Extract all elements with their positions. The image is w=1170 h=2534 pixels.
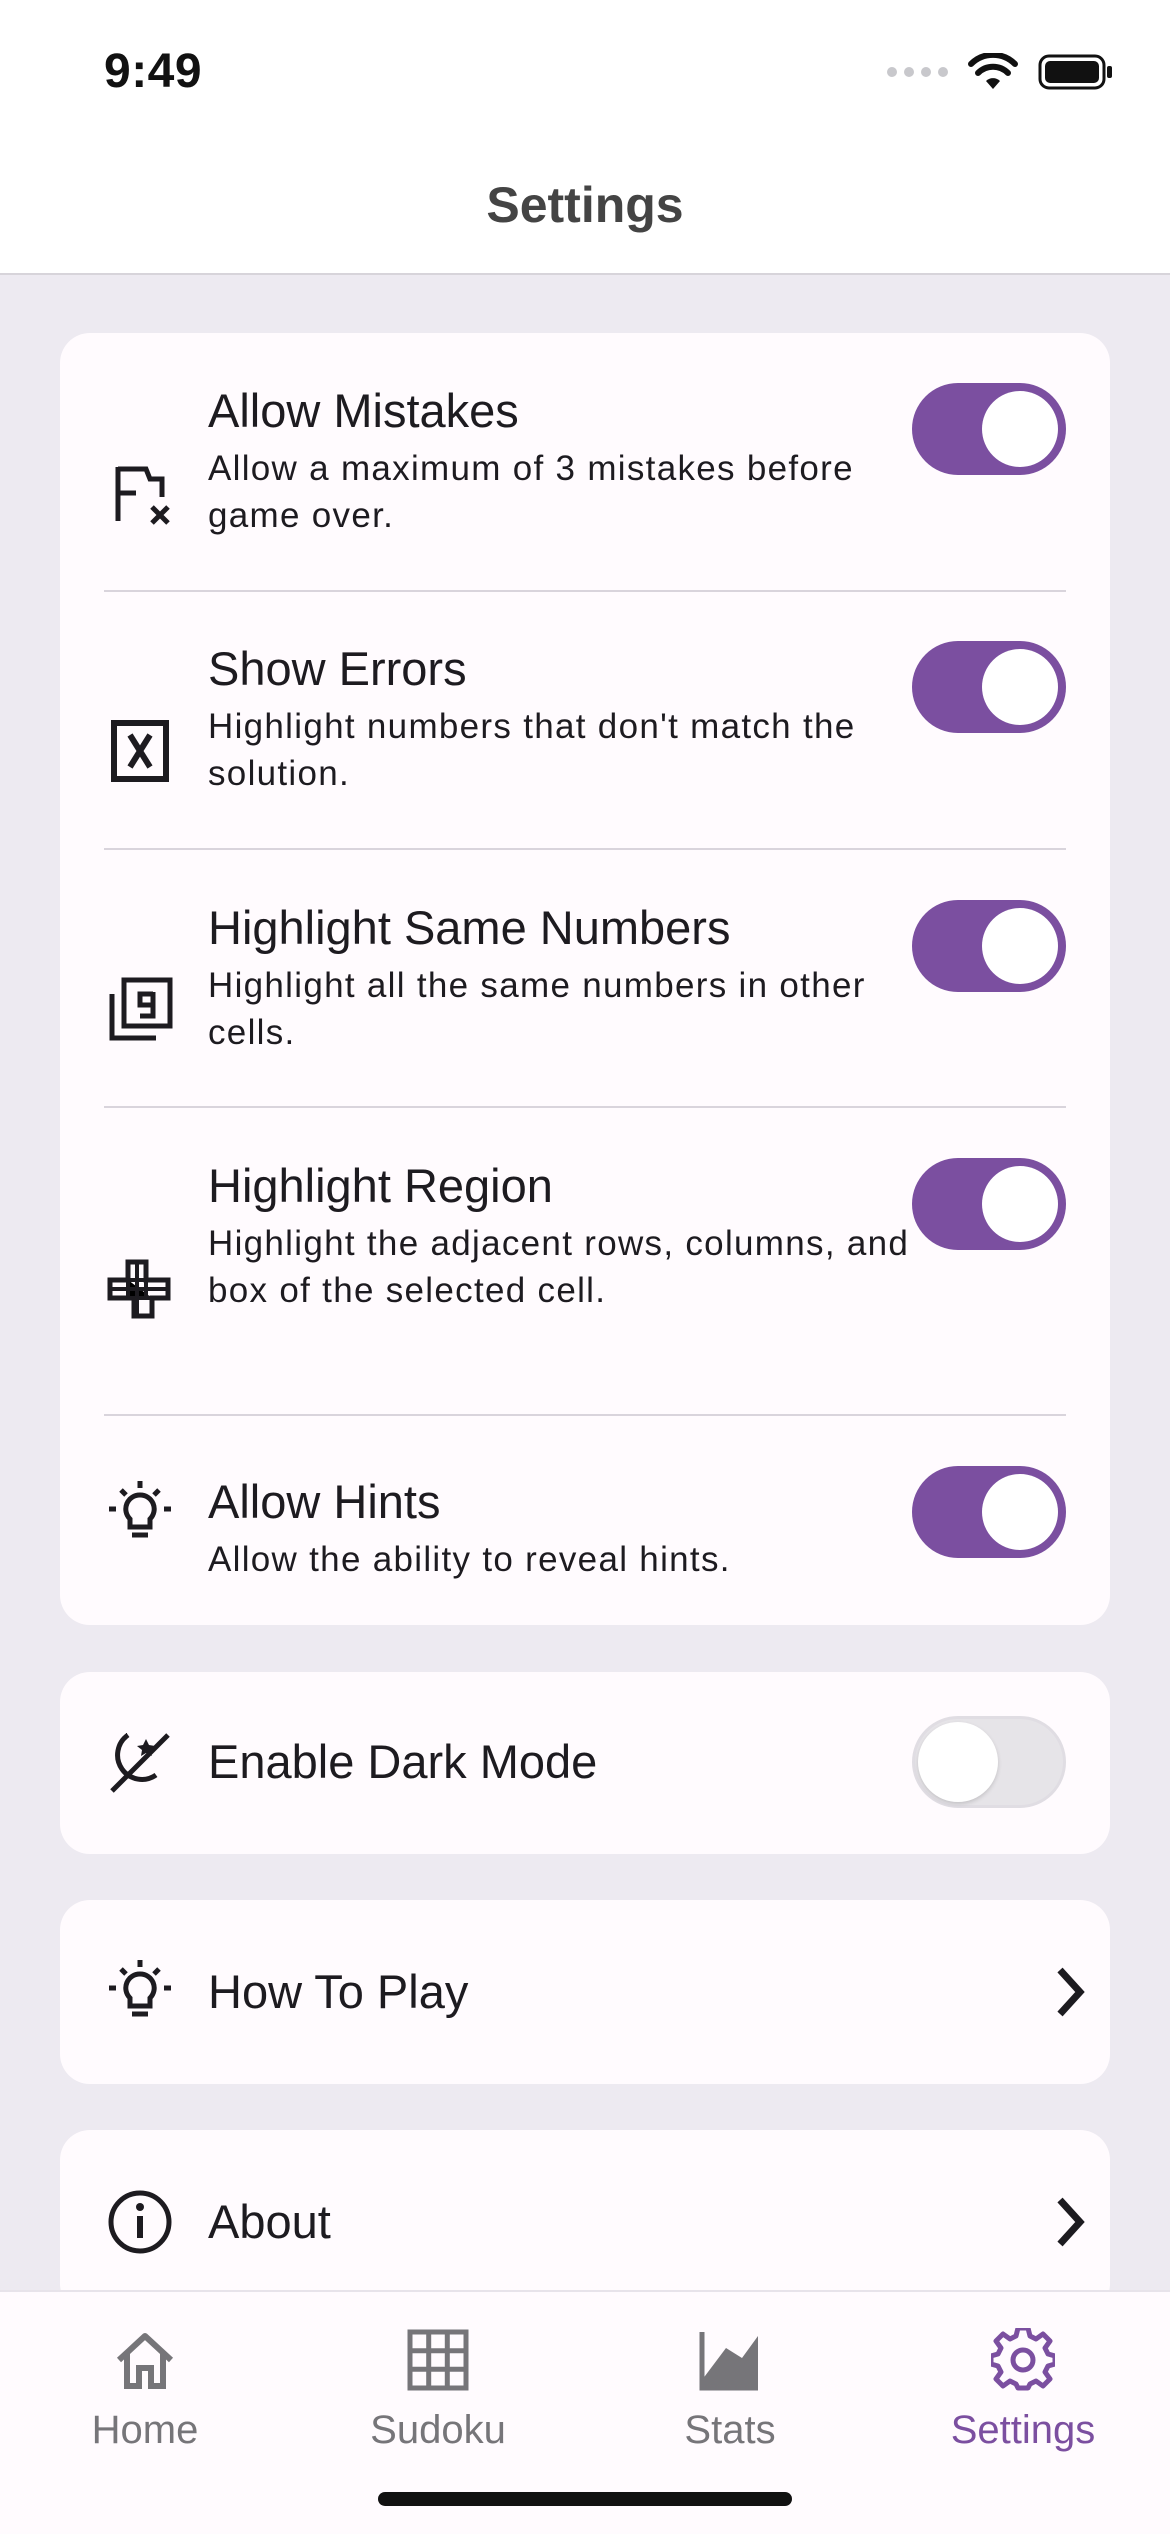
setting-text: Highlight Same Numbers Highlight all the… [208, 900, 918, 1056]
setting-text: Show Errors Highlight numbers that don't… [208, 641, 918, 797]
dark-mode-icon [110, 1732, 170, 1793]
setting-label: Show Errors [208, 642, 467, 695]
divider [104, 1106, 1066, 1108]
cellular-signal-icon [887, 67, 948, 77]
setting-label: Enable Dark Mode [208, 1735, 598, 1788]
setting-label: Allow Hints [208, 1475, 441, 1528]
divider [104, 1414, 1066, 1416]
setting-text: Highlight Region Highlight the adjacent … [208, 1158, 918, 1314]
about-label: About [208, 2195, 331, 2248]
setting-text: Allow Mistakes Allow a maximum of 3 mist… [208, 383, 918, 539]
filter-9-icon [109, 977, 173, 1041]
nav-stats[interactable]: Stats [620, 2328, 840, 2453]
show-errors-toggle[interactable] [912, 641, 1066, 733]
allow-mistakes-toggle[interactable] [912, 383, 1066, 475]
battery-icon [1038, 54, 1112, 90]
chevron-right-icon [1057, 2197, 1085, 2247]
page-title: Settings [486, 177, 684, 233]
nav-home-label: Home [91, 2408, 199, 2452]
divider [104, 848, 1066, 850]
setting-label: Highlight Same Numbers [208, 901, 731, 954]
gear-icon [991, 2328, 1055, 2391]
highlight-region-toggle[interactable] [912, 1158, 1066, 1250]
nav-home[interactable]: Home [35, 2328, 255, 2453]
setting-description: Allow a maximum of 3 mistakes before gam… [208, 449, 854, 535]
grid-cross-icon [107, 1259, 171, 1319]
how-to-play-label: How To Play [208, 1965, 469, 2018]
info-icon [108, 2190, 172, 2254]
setting-description: Highlight the adjacent rows, columns, an… [208, 1224, 910, 1310]
dark-mode-toggle[interactable] [912, 1716, 1066, 1808]
highlight-same-numbers-toggle[interactable] [912, 900, 1066, 992]
setting-label: Allow Mistakes [208, 384, 519, 437]
divider [104, 590, 1066, 592]
how-to-play-card[interactable]: How To Play [60, 1900, 1110, 2084]
nav-settings-label: Settings [950, 2408, 1096, 2452]
chevron-right-icon [1057, 1967, 1085, 2017]
top-bar: 9:49 Settings [0, 0, 1170, 275]
setting-label: Highlight Region [208, 1159, 553, 1212]
setting-dark-mode[interactable]: Enable Dark Mode [60, 1672, 1110, 1854]
setting-text: Enable Dark Mode [208, 1734, 918, 1790]
setting-text: How To Play [208, 1964, 918, 2020]
about-row[interactable]: About [60, 2130, 1110, 2314]
setting-description: Highlight all the same numbers in other … [208, 966, 866, 1052]
lightbulb-icon [109, 1481, 171, 1538]
setting-text: About [208, 2194, 918, 2250]
status-time: 9:49 [104, 45, 203, 98]
setting-text: Allow Hints Allow the ability to reveal … [208, 1474, 918, 1583]
how-to-play-row[interactable]: How To Play [60, 1900, 1110, 2084]
wifi-icon [968, 53, 1018, 89]
error-box-icon [111, 720, 169, 782]
nav-sudoku-label: Sudoku [370, 2408, 506, 2452]
chart-icon [699, 2332, 758, 2391]
lightbulb-icon [109, 1960, 171, 2017]
about-card[interactable]: About [60, 2130, 1110, 2314]
grid-icon [407, 2329, 469, 2391]
home-indicator [378, 2492, 792, 2506]
setting-description: Allow the ability to reveal hints. [208, 1540, 731, 1579]
nav-sudoku[interactable]: Sudoku [328, 2328, 548, 2453]
game-settings-card: Allow Mistakes Allow a maximum of 3 mist… [60, 333, 1110, 1625]
flag-x-icon [115, 466, 170, 525]
home-icon [116, 2333, 174, 2389]
nav-settings[interactable]: Settings [913, 2328, 1133, 2453]
dark-mode-card: Enable Dark Mode [60, 1672, 1110, 1854]
setting-description: Highlight numbers that don't match the s… [208, 707, 856, 793]
nav-stats-label: Stats [684, 2408, 776, 2452]
status-icons [887, 52, 1114, 92]
allow-hints-toggle[interactable] [912, 1466, 1066, 1558]
